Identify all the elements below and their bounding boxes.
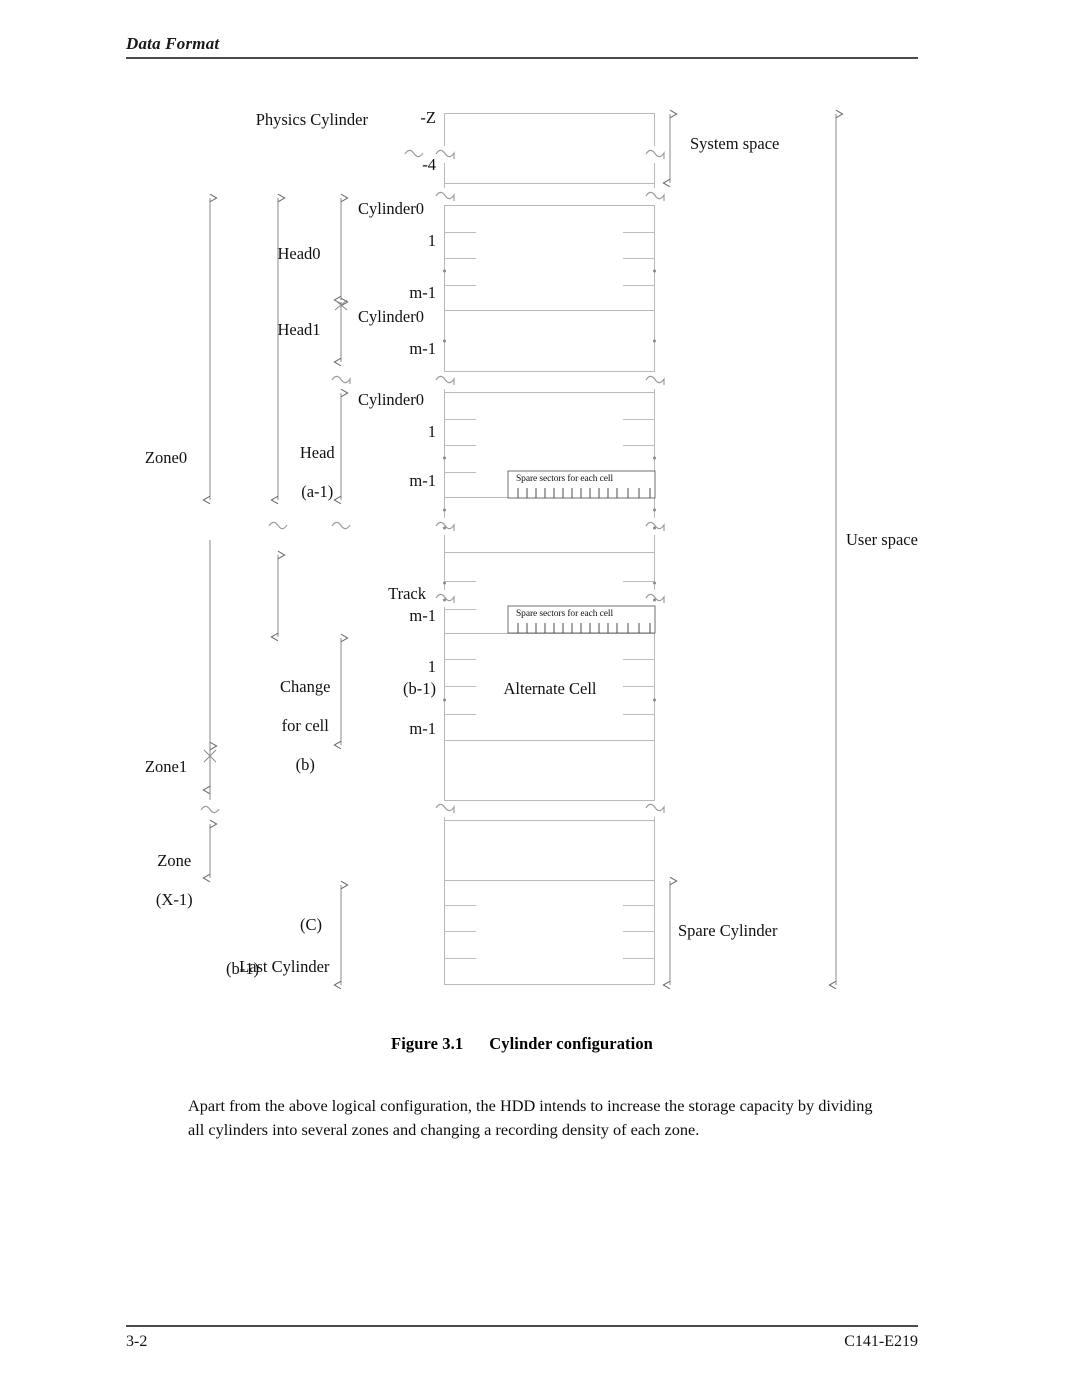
label-change-for-cell: Change for cell (b) [250,658,344,794]
row-label-cylinder0-head-a-1: Cylinder0 [358,390,424,409]
row-label-one-alt: 1 [427,657,436,676]
label-last-cylinder-c: (C) [300,915,322,934]
label-user-space: User space [846,530,918,549]
page-footer: 3-2 C141-E219 [126,1325,918,1351]
row-label-m-1-alt: m-1 [409,719,436,738]
row-label-m-1-head1: m-1 [409,339,436,358]
footer-page-number: 3-2 [126,1333,148,1350]
row-label-track: Track [388,584,426,603]
label-zone0: Zone0 [144,448,188,467]
label-head-a-1: Head (a-1) [272,424,346,521]
label-zone-x-1-line2: (X-1) [155,890,193,910]
row-label-minus-z: -Z [420,108,436,127]
row-label-track-m-1: m-1 [409,606,436,625]
label-head0: Head0 [277,244,321,263]
label-spare-cylinder: Spare Cylinder [678,921,778,940]
row-label-cylinder0-head0: Cylinder0 [358,199,424,218]
label-head-a-1-line1: Head [299,443,335,463]
label-change-for-cell-line3: (b) [295,755,315,775]
label-system-space: System space [690,134,780,153]
row-label-one-head0: 1 [427,231,436,250]
row-label-minus-4: -4 [422,155,436,174]
figure-cylinder-configuration: Physics Cylinder Zone0 Zone1 Zone (X-1) … [0,0,1080,1010]
label-last-cylinder: Last Cylinder [196,938,356,996]
body-paragraph: Apart from the above logical configurati… [188,1096,873,1139]
row-label-m-1-head0: m-1 [409,283,436,302]
label-zone-x-1-line1: Zone [157,851,192,871]
figure-caption-text: Cylinder configuration [489,1034,653,1053]
label-zone1: Zone1 [144,757,188,776]
spare-sectors-label-2: Spare sectors for each cell [516,609,613,619]
label-zone-x-1: Zone (X-1) [118,832,214,929]
row-label-one-head-a-1: 1 [427,422,436,441]
label-change-for-cell-line1: Change [280,677,331,697]
row-label-cylinder0-head1: Cylinder0 [358,307,424,326]
footer-doc-number: C141-E219 [844,1333,918,1350]
row-label-m-1-head-a-1: m-1 [409,471,436,490]
label-change-for-cell-line2: for cell [281,716,329,736]
figure-caption-number: Figure 3.1 [391,1034,464,1053]
label-last-cylinder-b-1: (b-1) [226,959,259,978]
figure-caption: Figure 3.1 Cylinder configuration [126,1034,918,1054]
label-head1: Head1 [277,320,321,339]
alternate-cell-label: Alternate Cell [503,679,597,698]
label-head-a-1-line2: (a-1) [301,482,334,502]
spare-sectors-label-1: Spare sectors for each cell [516,474,613,484]
label-physics-cylinder: Physics Cylinder [255,110,368,129]
row-label-b-1: (b-1) [403,679,436,698]
